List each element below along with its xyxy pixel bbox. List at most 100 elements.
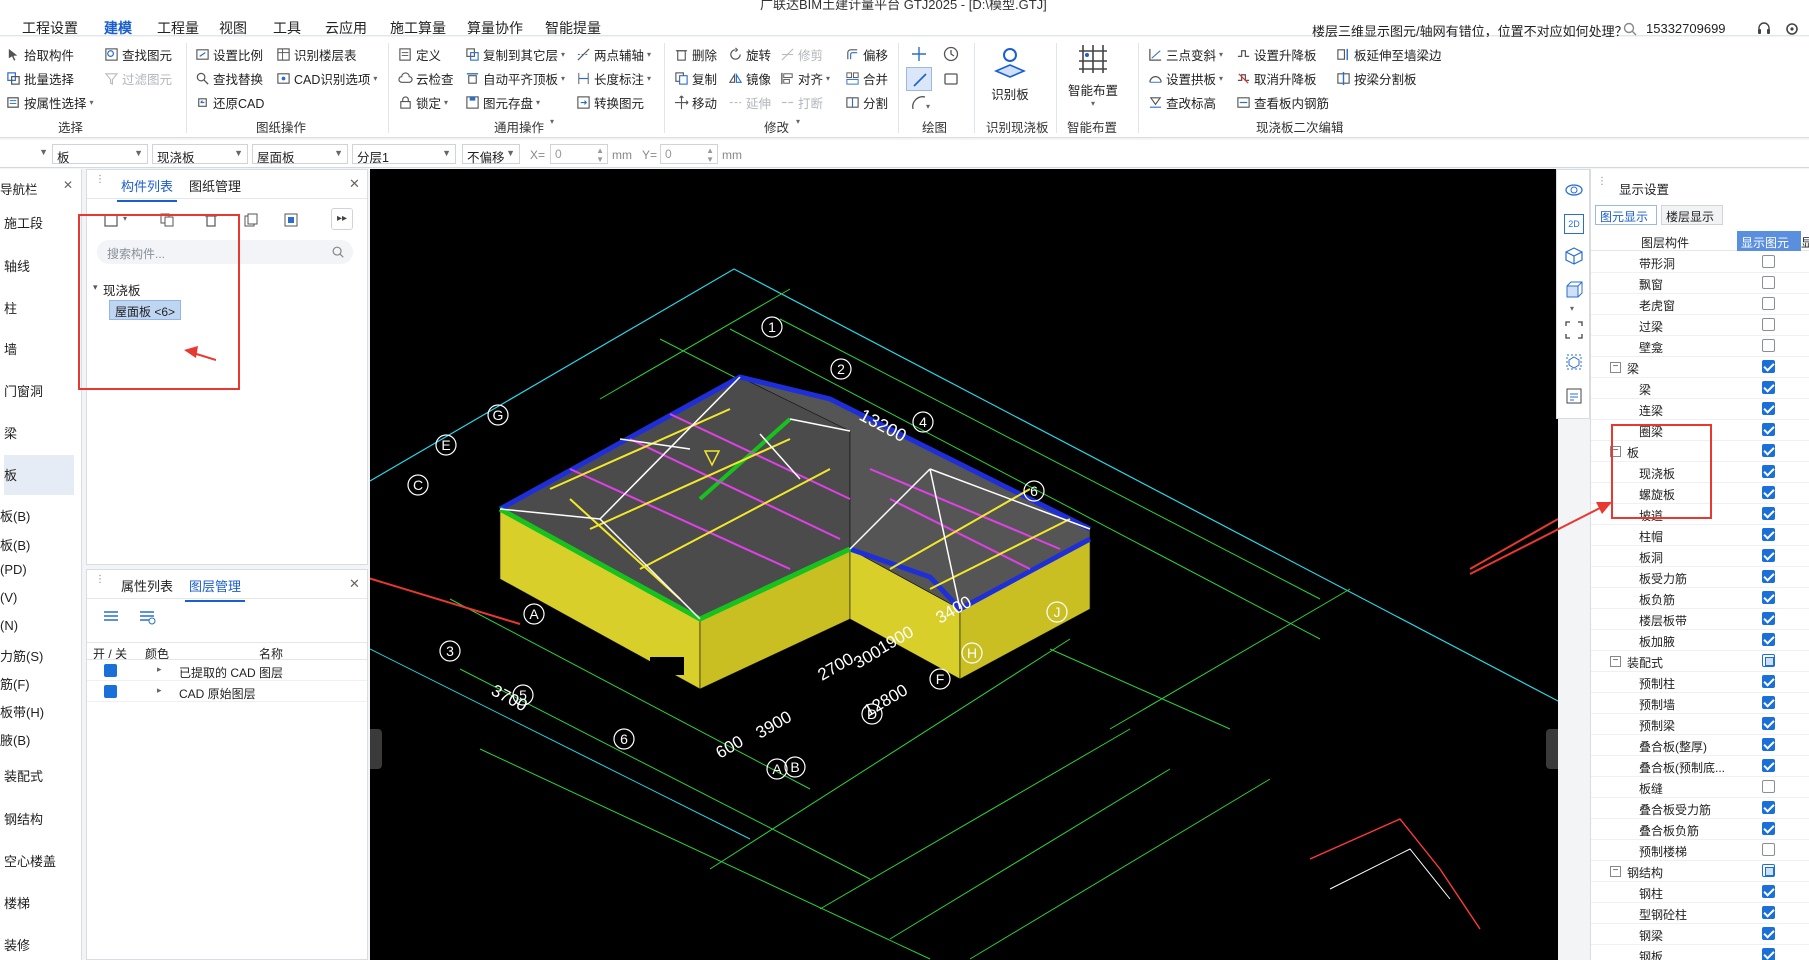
orbit-icon[interactable] <box>1564 180 1584 200</box>
break-button[interactable]: 打断 <box>780 92 823 112</box>
display-tree-row[interactable]: 连梁 <box>1591 399 1809 420</box>
display-tree-row[interactable]: − 装配式 <box>1591 651 1809 672</box>
tab-property-list[interactable]: 属性列表 <box>121 576 173 595</box>
display-tree-row[interactable]: 板缝 <box>1591 777 1809 798</box>
display-checkbox[interactable] <box>1762 486 1775 499</box>
display-tree-row[interactable]: 预制楼梯 <box>1591 840 1809 861</box>
nav-item[interactable]: 施工段 <box>4 213 43 232</box>
cloud-check-button[interactable]: 云检查 <box>398 68 454 88</box>
display-checkbox[interactable] <box>1762 906 1775 919</box>
display-checkbox[interactable] <box>1762 255 1775 268</box>
collapse-icon[interactable]: − <box>1610 362 1621 373</box>
nav-item[interactable]: 装修 <box>4 935 30 954</box>
layer-row[interactable]: ▸ CAD 原始图层 <box>87 682 367 702</box>
display-checkbox[interactable] <box>1762 276 1775 289</box>
copy-button[interactable]: 复制 <box>674 68 717 88</box>
two-point-axis-button[interactable]: 两点辅轴 ▾ <box>576 44 651 64</box>
nav-item[interactable]: 空心楼盖 <box>4 851 56 870</box>
tab-construction[interactable]: 施工算量 <box>390 18 446 38</box>
tab-layer-management[interactable]: 图层管理 <box>184 576 246 602</box>
display-tree-row[interactable]: 梁 <box>1591 378 1809 399</box>
display-tree-row[interactable]: 板加腋 <box>1591 630 1809 651</box>
tab-modeling[interactable]: 建模 <box>104 18 132 44</box>
section-box-icon[interactable] <box>1564 352 1584 372</box>
settings-icon[interactable] <box>1784 21 1800 37</box>
display-checkbox[interactable] <box>1762 318 1775 331</box>
collapse-icon[interactable]: − <box>1610 656 1621 667</box>
drag-grip-icon[interactable]: ⋮ <box>95 575 105 590</box>
x-offset-input[interactable]: 0 ▲ ▼ <box>550 144 608 164</box>
find-replace-button[interactable]: 查找替换 <box>195 68 263 88</box>
nav-item[interactable]: 板(B) <box>0 506 30 525</box>
find-element-button[interactable]: 查找图元 <box>104 44 172 64</box>
display-checkbox[interactable] <box>1762 696 1775 709</box>
display-tree-row[interactable]: 钢梁 <box>1591 924 1809 945</box>
tab-component-list[interactable]: 构件列表 <box>116 176 178 202</box>
panel-close-icon[interactable]: ✕ <box>349 576 360 592</box>
nav-item[interactable]: 筋(F) <box>0 674 30 693</box>
extend-slab-to-beam-button[interactable]: 板延伸至墙梁边 <box>1336 44 1442 64</box>
type-select[interactable]: 现浇板 ▼ <box>152 144 248 165</box>
check-elevation-button[interactable]: 查改标高 <box>1148 92 1216 112</box>
display-tree-row[interactable]: 柱帽 <box>1591 525 1809 546</box>
smart-layout-button[interactable]: 智能布置 ▾ <box>1060 41 1126 108</box>
tab-element-display[interactable]: 图元显示 <box>1595 205 1657 225</box>
select-by-property-button[interactable]: 按属性选择 ▾ <box>6 92 94 112</box>
display-checkbox[interactable] <box>1762 381 1775 394</box>
display-checkbox[interactable] <box>1762 591 1775 604</box>
batch-select-button[interactable]: 批量选择 <box>6 68 74 88</box>
display-checkbox[interactable] <box>1762 780 1775 793</box>
display-checkbox[interactable] <box>1762 507 1775 520</box>
display-checkbox[interactable] <box>1762 549 1775 562</box>
display-tree-row[interactable]: 壁龛 <box>1591 336 1809 357</box>
nav-item[interactable]: 墙 <box>4 339 17 358</box>
display-checkbox[interactable] <box>1762 360 1775 373</box>
display-tree-row[interactable]: 钢板 <box>1591 945 1809 960</box>
mirror-button[interactable]: 镜像 <box>728 68 771 88</box>
layer-copy-icon[interactable] <box>243 212 259 228</box>
filter-component-icon[interactable] <box>283 212 299 228</box>
extend-button[interactable]: 延伸 <box>728 92 771 112</box>
floor-select[interactable]: ▼ <box>0 144 52 164</box>
tab-quantities[interactable]: 工程量 <box>157 18 199 38</box>
layer-select[interactable]: 分层1 ▼ <box>352 144 456 165</box>
user-phone[interactable]: 15332709699 <box>1646 21 1726 36</box>
display-checkbox[interactable] <box>1762 864 1775 877</box>
2d-view-icon[interactable]: 2D <box>1564 214 1584 234</box>
restore-cad-button[interactable]: 还原CAD <box>195 92 264 112</box>
auto-align-top-button[interactable]: 自动平齐顶板 ▾ <box>465 68 565 88</box>
nav-item[interactable]: 梁 <box>4 423 17 442</box>
display-checkbox[interactable] <box>1762 822 1775 835</box>
convert-element-button[interactable]: 转换图元 <box>576 92 644 112</box>
display-checkbox[interactable] <box>1762 465 1775 478</box>
lock-button[interactable]: 锁定 ▾ <box>398 92 448 112</box>
layer-row[interactable]: ▸ 已提取的 CAD 图层 <box>87 661 367 681</box>
display-tree-row[interactable]: 叠合板受力筋 <box>1591 798 1809 819</box>
display-tree-row[interactable]: − 钢结构 <box>1591 861 1809 882</box>
display-tree-row[interactable]: − 梁 <box>1591 357 1809 378</box>
display-checkbox[interactable] <box>1762 717 1775 730</box>
display-checkbox[interactable] <box>1762 570 1775 583</box>
tab-collaboration[interactable]: 算量协作 <box>467 18 523 38</box>
identify-slab-button[interactable]: 识别板 <box>978 45 1042 103</box>
define-button[interactable]: 定义 <box>398 44 441 64</box>
nav-item[interactable]: 楼梯 <box>4 893 30 912</box>
save-element-button[interactable]: 图元存盘 ▾ <box>465 92 540 112</box>
layer-stack-icon[interactable] <box>101 608 121 626</box>
display-checkbox[interactable] <box>1762 885 1775 898</box>
fit-view-icon[interactable] <box>1564 320 1584 340</box>
nav-item[interactable]: (PD) <box>0 562 27 577</box>
nav-item[interactable]: (V) <box>0 590 17 605</box>
trim-button[interactable]: 修剪 <box>780 44 823 64</box>
display-tree-row[interactable]: 钢柱 <box>1591 882 1809 903</box>
display-tree-row[interactable]: 叠合板(预制底... <box>1591 756 1809 777</box>
category-select[interactable]: 板 ▼ <box>52 144 148 165</box>
move-button[interactable]: 移动 <box>674 92 717 112</box>
component-select[interactable]: 屋面板 ▼ <box>252 144 348 165</box>
view-slab-rebar-button[interactable]: 查看板内钢筋 <box>1236 92 1329 112</box>
nav-item[interactable]: 轴线 <box>4 256 30 275</box>
color-expand-icon[interactable]: ▸ <box>157 685 162 696</box>
general-ops-expand-icon[interactable]: ▾ <box>550 117 554 126</box>
nav-item[interactable]: 板 <box>4 455 74 495</box>
nav-close-icon[interactable]: ✕ <box>63 178 73 192</box>
